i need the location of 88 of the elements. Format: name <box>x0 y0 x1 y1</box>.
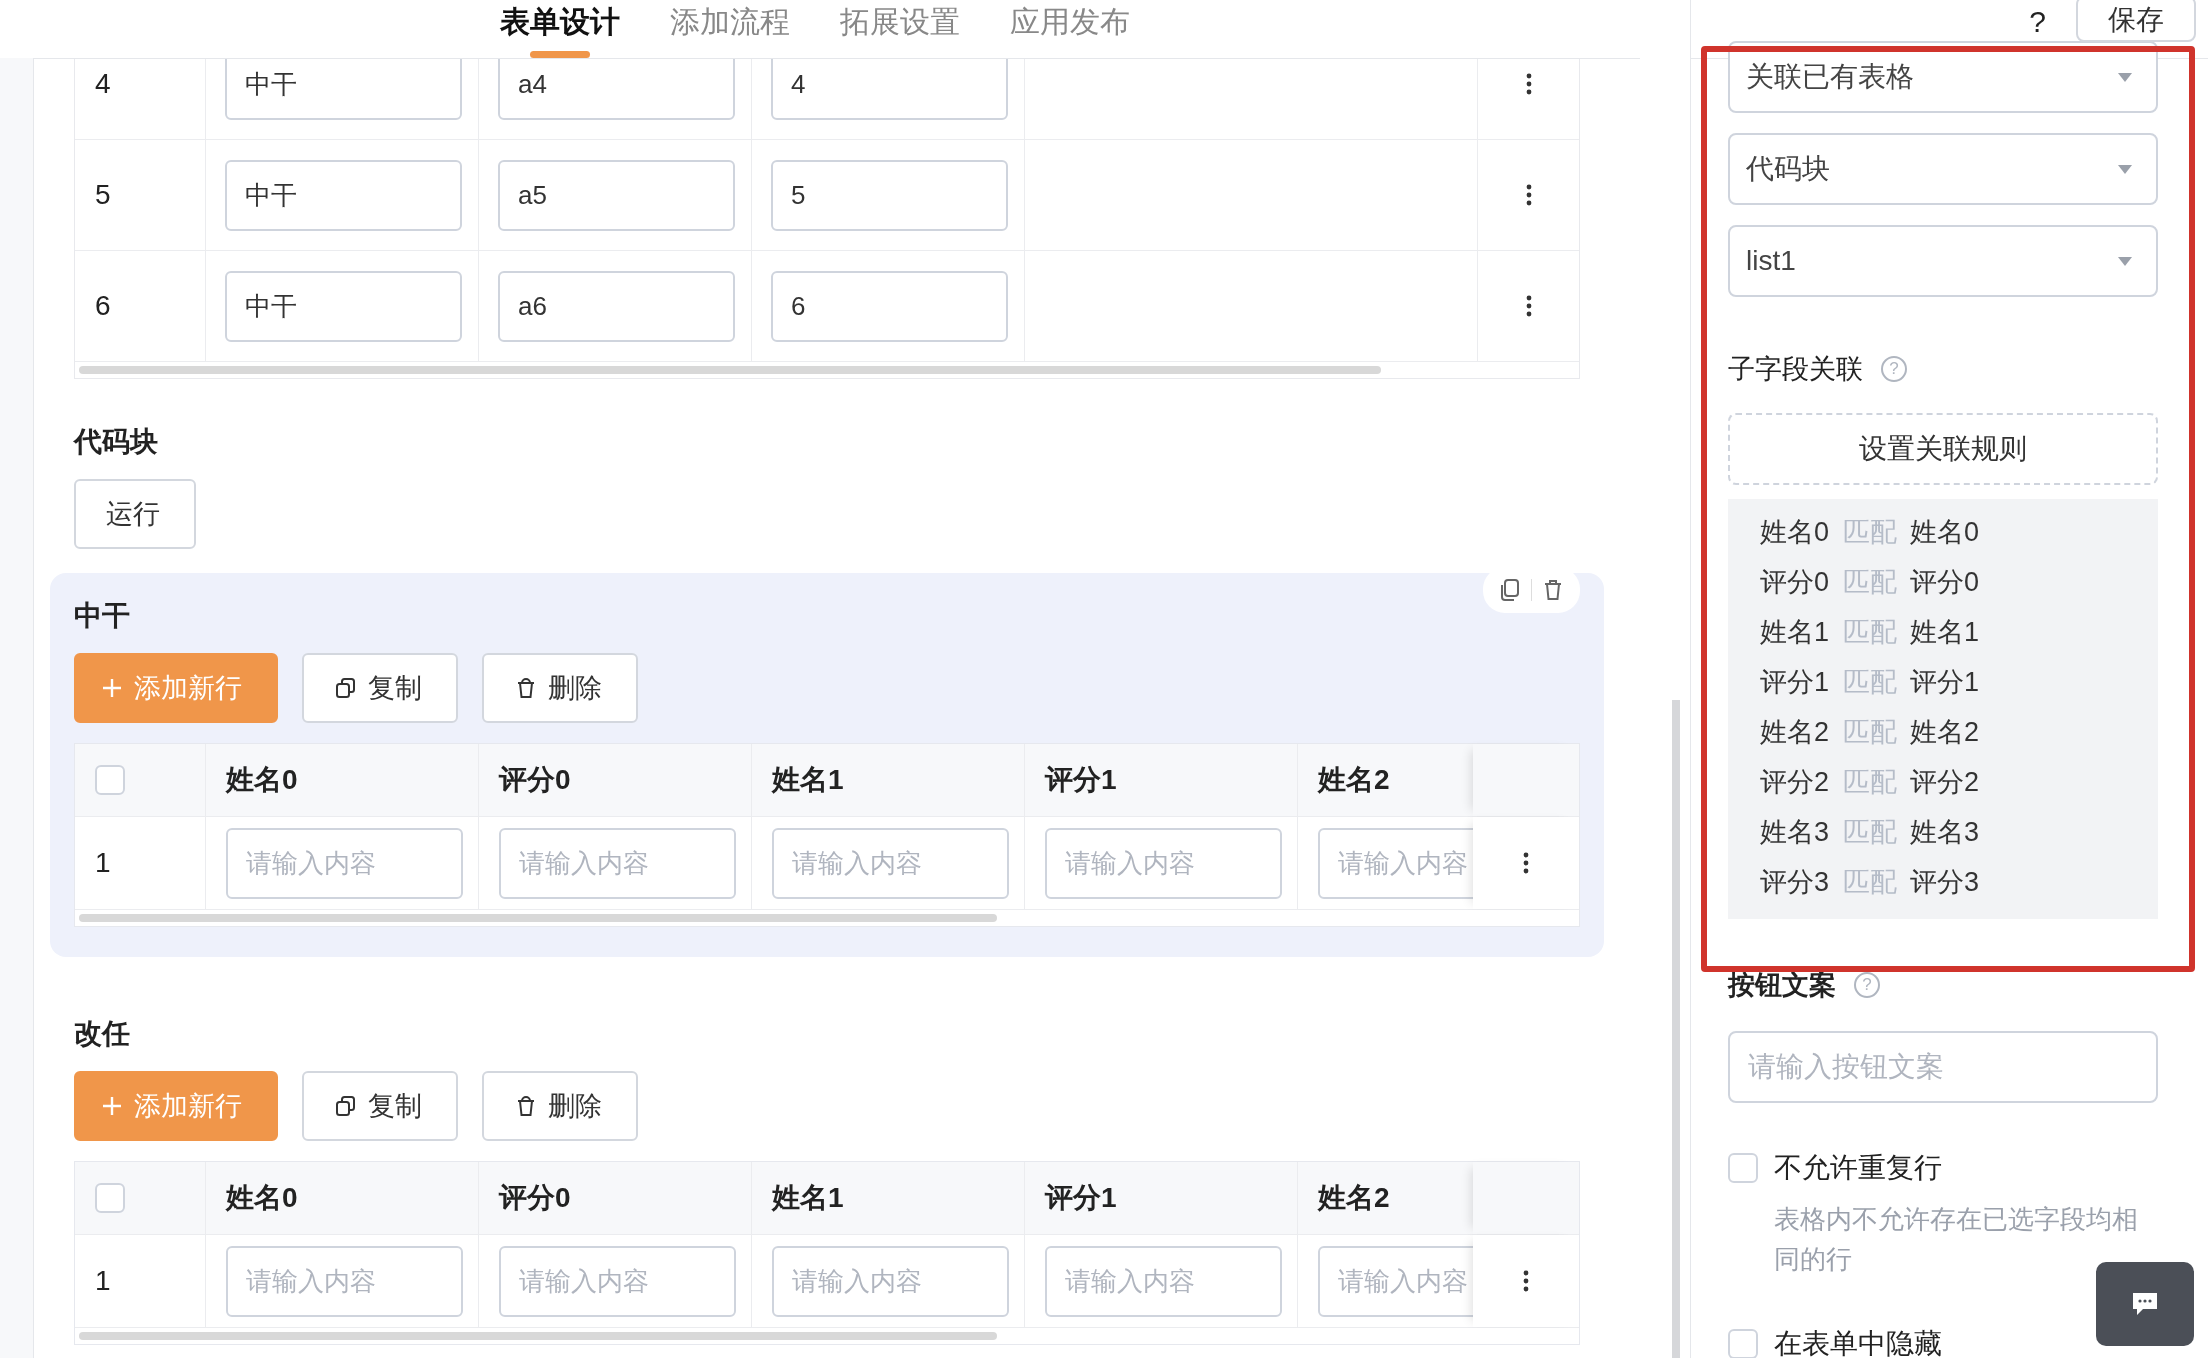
select-field[interactable]: list1 <box>1728 225 2158 297</box>
section-title: 改任 <box>74 1017 130 1051</box>
mapping-rule: 评分3 匹配 评分3 <box>1760 866 1981 899</box>
checkbox-label: 不允许重复行 <box>1774 1151 1942 1185</box>
text-input[interactable]: 请输入内容 <box>226 827 463 899</box>
text-input[interactable]: 请输入内容 <box>499 827 736 899</box>
mapping-rule: 姓名2 匹配 姓名2 <box>1760 716 1981 749</box>
tab[interactable]: 拓展设置 <box>840 4 960 58</box>
text-input[interactable]: 请输入按钮文案 <box>1728 1031 2158 1103</box>
more-icon[interactable] <box>1523 1270 1529 1292</box>
column-header: 姓名1 <box>752 744 1025 816</box>
text-input[interactable]: 6 <box>771 270 1008 342</box>
copy-button[interactable]: 复制 <box>302 653 458 723</box>
text-input[interactable]: 请输入内容 <box>499 1245 736 1317</box>
row-number: 5 <box>75 140 206 250</box>
column-header: 评分0 <box>479 1162 752 1234</box>
text-input[interactable]: a5 <box>498 159 735 231</box>
chat-icon <box>2131 1291 2159 1317</box>
more-icon[interactable] <box>1525 295 1532 317</box>
copy-button[interactable]: 复制 <box>302 1071 458 1141</box>
tab[interactable]: 添加流程 <box>670 4 790 58</box>
delete-button[interactable]: 删除 <box>482 1071 638 1141</box>
text-input[interactable]: 5 <box>771 159 1008 231</box>
tab[interactable]: 应用发布 <box>1010 4 1130 58</box>
field-label: 子字段关联 <box>1728 353 1863 386</box>
select-field[interactable]: 关联已有表格 <box>1728 41 2158 113</box>
text-input[interactable]: 请输入内容 <box>1045 827 1282 899</box>
column-header: 评分0 <box>479 744 752 816</box>
row-number: 1 <box>95 1265 111 1297</box>
save-button[interactable]: 保存 <box>2076 0 2196 42</box>
text-input[interactable]: 请输入内容 <box>772 1245 1009 1317</box>
mapping-rule: 评分1 匹配 评分1 <box>1760 666 1981 699</box>
plus-icon <box>100 676 124 700</box>
text-input[interactable]: 中干 <box>225 159 462 231</box>
text-input[interactable]: 请输入内容 <box>772 827 1009 899</box>
checkbox[interactable] <box>95 765 125 795</box>
chat-button[interactable] <box>2096 1262 2194 1346</box>
tab[interactable]: 表单设计 <box>500 4 620 58</box>
row-number: 6 <box>75 251 206 361</box>
rule-button[interactable]: 设置关联规则 <box>1728 413 2158 485</box>
scrollbar-thumb[interactable] <box>79 914 997 922</box>
scrollbar-thumb[interactable] <box>79 366 1381 374</box>
run-button[interactable]: 运行 <box>74 479 196 549</box>
delete-button[interactable]: 删除 <box>482 653 638 723</box>
help-icon[interactable]: ? <box>2029 4 2046 40</box>
text-input[interactable]: a4 <box>498 59 735 120</box>
column-header: 评分1 <box>1025 1162 1298 1234</box>
checkbox[interactable] <box>1728 1329 1758 1358</box>
column-header: 姓名1 <box>752 1162 1025 1234</box>
text-input[interactable]: 请输入内容 <box>1318 827 1473 899</box>
mapping-rule: 姓名0 匹配 姓名0 <box>1760 516 1981 549</box>
help-text: 表格内不允许存在已选字段均相同的行 <box>1774 1203 2139 1276</box>
scrollbar-thumb[interactable] <box>1672 700 1680 1358</box>
checkbox-label: 在表单中隐藏 <box>1774 1327 1942 1358</box>
copy-icon <box>334 1094 358 1118</box>
mapping-rule: 评分0 匹配 评分0 <box>1760 566 1981 599</box>
copy-icon <box>334 676 358 700</box>
text-input[interactable]: 请输入内容 <box>226 1245 463 1317</box>
row-number: 1 <box>95 847 111 879</box>
column-header: 姓名0 <box>206 1162 479 1234</box>
trash-icon[interactable] <box>1542 578 1564 602</box>
section-title: 代码块 <box>74 425 158 459</box>
field-label: 按钮文案 <box>1728 969 1836 1002</box>
text-input[interactable]: 中干 <box>225 59 462 120</box>
caret-icon <box>2118 164 2132 174</box>
more-icon[interactable] <box>1525 73 1532 95</box>
scrollbar-thumb[interactable] <box>79 1332 997 1340</box>
plus-icon <box>100 1094 124 1118</box>
text-input[interactable]: 请输入内容 <box>1318 1245 1473 1317</box>
text-input[interactable]: 请输入内容 <box>1045 1245 1282 1317</box>
checkbox[interactable] <box>95 1183 125 1213</box>
text-input[interactable]: 4 <box>771 59 1008 120</box>
text-input[interactable]: 中干 <box>225 270 462 342</box>
mapping-rule: 姓名1 匹配 姓名1 <box>1760 616 1981 649</box>
more-icon[interactable] <box>1523 852 1529 874</box>
copy-icon[interactable] <box>1499 578 1521 602</box>
caret-icon <box>2118 256 2132 266</box>
caret-icon <box>2118 72 2132 82</box>
section-title: 中干 <box>74 599 130 633</box>
row-number: 4 <box>75 59 206 139</box>
select-field[interactable]: 代码块 <box>1728 133 2158 205</box>
column-header: 姓名0 <box>206 744 479 816</box>
text-input[interactable]: a6 <box>498 270 735 342</box>
checkbox[interactable] <box>1728 1153 1758 1183</box>
more-icon[interactable] <box>1525 184 1532 206</box>
mapping-rule: 姓名3 匹配 姓名3 <box>1760 816 1981 849</box>
column-header: 评分1 <box>1025 744 1298 816</box>
mapping-rule: 评分2 匹配 评分2 <box>1760 766 1981 799</box>
